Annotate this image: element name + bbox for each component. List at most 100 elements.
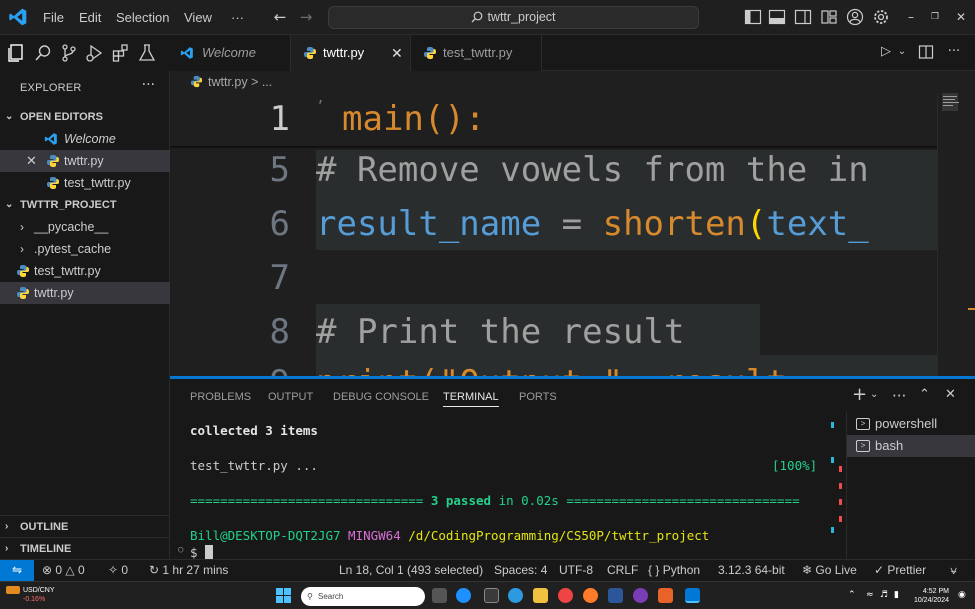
taskbar-search-input[interactable]: ⚲ Search bbox=[301, 587, 425, 606]
ports-status[interactable]: ✧ 0 bbox=[108, 560, 128, 581]
tab-welcome[interactable]: Welcome bbox=[170, 35, 291, 71]
tab-terminal[interactable]: TERMINAL bbox=[443, 391, 499, 407]
close-window-icon[interactable]: ✕ bbox=[950, 0, 972, 35]
interpreter-status[interactable]: 3.12.3 64-bit bbox=[718, 560, 785, 581]
volume-icon[interactable]: ♬ bbox=[880, 590, 888, 600]
sticky-scroll-shadow bbox=[170, 146, 937, 149]
tray-chevron-up-icon[interactable]: ⌃ bbox=[848, 590, 856, 600]
eol-status[interactable]: CRLF bbox=[607, 560, 638, 581]
edge-browser-icon[interactable] bbox=[456, 588, 471, 603]
open-editor-welcome[interactable]: Welcome bbox=[0, 128, 170, 150]
tab-output[interactable]: OUTPUT bbox=[268, 391, 313, 403]
extensions-icon[interactable] bbox=[111, 43, 131, 63]
timeline-header[interactable]: › TIMELINE bbox=[0, 537, 170, 559]
run-play-icon[interactable]: ▷ bbox=[878, 44, 894, 60]
task-view-icon[interactable] bbox=[432, 588, 447, 603]
explorer-sidebar: EXPLORER ··· ⌄ OPEN EDITORS Welcome ✕ tw… bbox=[0, 71, 170, 559]
menu-edit[interactable]: Edit bbox=[79, 0, 101, 35]
chrome-icon[interactable] bbox=[558, 588, 573, 603]
menu-more[interactable]: ··· bbox=[231, 0, 244, 35]
minimap[interactable] bbox=[937, 93, 975, 377]
battery-icon[interactable]: ▮ bbox=[894, 590, 899, 600]
menu-selection[interactable]: Selection bbox=[116, 0, 169, 35]
tab-debug-console[interactable]: DEBUG CONSOLE bbox=[333, 391, 429, 403]
xampp-icon[interactable] bbox=[658, 588, 673, 603]
open-editors-header[interactable]: ⌄ OPEN EDITORS bbox=[0, 106, 170, 128]
maximize-panel-chevron-up-icon[interactable]: ⌃ bbox=[919, 387, 930, 402]
windows-start-icon[interactable] bbox=[276, 588, 291, 603]
more-actions-icon[interactable]: ··· bbox=[892, 387, 906, 405]
encoding-status[interactable]: UTF-8 bbox=[559, 560, 593, 581]
indentation-status[interactable]: Spaces: 4 bbox=[494, 560, 547, 581]
notifications-bell-icon[interactable]: ⍱ bbox=[950, 560, 957, 581]
vscode-taskbar-icon[interactable] bbox=[685, 588, 700, 603]
source-control-icon[interactable] bbox=[59, 43, 79, 63]
close-panel-icon[interactable]: ✕ bbox=[945, 387, 956, 402]
testing-flask-icon[interactable] bbox=[137, 43, 157, 63]
language-status[interactable]: { } Python bbox=[648, 560, 700, 581]
chevron-down-icon: ⌄ bbox=[5, 111, 14, 122]
terminal-scroll-mark bbox=[831, 457, 834, 463]
toggle-secondary-sidebar-icon[interactable] bbox=[794, 8, 812, 26]
app-icon[interactable] bbox=[633, 588, 648, 603]
outline-header[interactable]: › OUTLINE bbox=[0, 515, 170, 537]
run-debug-icon[interactable] bbox=[85, 43, 105, 63]
close-icon[interactable]: ✕ bbox=[26, 150, 37, 172]
gear-icon[interactable] bbox=[872, 8, 890, 26]
project-header[interactable]: ⌄ TWTTR_PROJECT bbox=[0, 194, 170, 216]
terminal-prompt[interactable]: $ bbox=[190, 545, 214, 560]
account-icon[interactable] bbox=[846, 8, 864, 26]
split-editor-icon[interactable] bbox=[918, 44, 934, 60]
taskbar-clock[interactable]: 4:52 PM 10/24/2024 bbox=[914, 587, 949, 605]
breadcrumb-file[interactable]: twttr.py > ... bbox=[208, 71, 272, 93]
search-icon[interactable] bbox=[33, 43, 53, 63]
tab-problems[interactable]: PROBLEMS bbox=[190, 391, 251, 403]
problems-status[interactable]: ⊗ 0 △ 0 bbox=[42, 560, 85, 581]
folder-pycache[interactable]: › __pycache__ bbox=[0, 216, 170, 238]
open-editor-twttr[interactable]: ✕ twttr.py bbox=[0, 150, 170, 172]
tab-twttr[interactable]: twttr.py ✕ bbox=[291, 35, 411, 71]
cursor-position-status[interactable]: Ln 18, Col 1 (493 selected) bbox=[339, 560, 483, 581]
store-icon[interactable] bbox=[484, 588, 499, 603]
minimize-icon[interactable]: – bbox=[900, 0, 922, 35]
back-arrow-icon[interactable]: ← bbox=[271, 8, 289, 26]
chevron-down-icon[interactable]: ⌄ bbox=[870, 389, 878, 400]
go-live-status[interactable]: ❄ Go Live bbox=[802, 560, 857, 581]
prettier-status[interactable]: ✓ Prettier bbox=[874, 560, 926, 581]
file-explorer-icon[interactable] bbox=[533, 588, 548, 603]
tab-ports[interactable]: PORTS bbox=[519, 391, 557, 403]
menu-file[interactable]: File bbox=[43, 0, 64, 35]
restore-icon[interactable]: ❐ bbox=[924, 0, 946, 35]
time-tracker-status[interactable]: ↻ 1 hr 27 mins bbox=[149, 560, 228, 581]
explorer-icon[interactable] bbox=[6, 43, 26, 63]
file-test-twttr[interactable]: test_twttr.py bbox=[0, 260, 170, 282]
notification-icon[interactable]: ◉ bbox=[958, 590, 966, 600]
remote-indicator-icon[interactable]: ⇋ bbox=[0, 560, 34, 581]
customize-layout-icon[interactable] bbox=[820, 8, 838, 26]
new-terminal-plus-icon[interactable]: + bbox=[852, 384, 867, 405]
toggle-panel-icon[interactable] bbox=[768, 8, 786, 26]
toggle-primary-sidebar-icon[interactable] bbox=[744, 8, 762, 26]
menu-view[interactable]: View bbox=[184, 0, 212, 35]
terminal-item-bash[interactable]: > bash bbox=[847, 435, 975, 457]
terminal-item-powershell[interactable]: > powershell bbox=[847, 413, 975, 435]
forward-arrow-icon[interactable]: → bbox=[297, 8, 315, 26]
stock-widget[interactable]: USD/CNY -0.16% bbox=[6, 586, 55, 604]
code-editor[interactable]: 1 ’ main(): 5 # Remove vowels from the i… bbox=[170, 93, 975, 377]
command-center-search[interactable]: twttr_project bbox=[328, 6, 699, 29]
firefox-icon[interactable] bbox=[583, 588, 598, 603]
open-editor-test-twttr[interactable]: test_twttr.py bbox=[0, 172, 170, 194]
word-icon[interactable] bbox=[608, 588, 623, 603]
wifi-icon[interactable]: ≈ bbox=[866, 590, 874, 600]
open-editor-label: twttr.py bbox=[64, 154, 104, 168]
sticky-scroll-line[interactable]: 1 ’ main(): bbox=[170, 93, 937, 148]
folder-pytest-cache[interactable]: › .pytest_cache bbox=[0, 238, 170, 260]
close-icon[interactable]: ✕ bbox=[391, 35, 403, 71]
explorer-more-actions[interactable]: ··· bbox=[142, 77, 155, 93]
file-twttr[interactable]: twttr.py bbox=[0, 282, 170, 304]
app-icon[interactable] bbox=[508, 588, 523, 603]
title-bar: File Edit Selection View ··· ← → twttr_p… bbox=[0, 0, 975, 35]
tab-test-twttr[interactable]: test_twttr.py bbox=[411, 35, 542, 71]
chevron-down-icon[interactable]: ⌄ bbox=[894, 44, 910, 60]
more-actions-icon[interactable]: ··· bbox=[946, 44, 962, 60]
